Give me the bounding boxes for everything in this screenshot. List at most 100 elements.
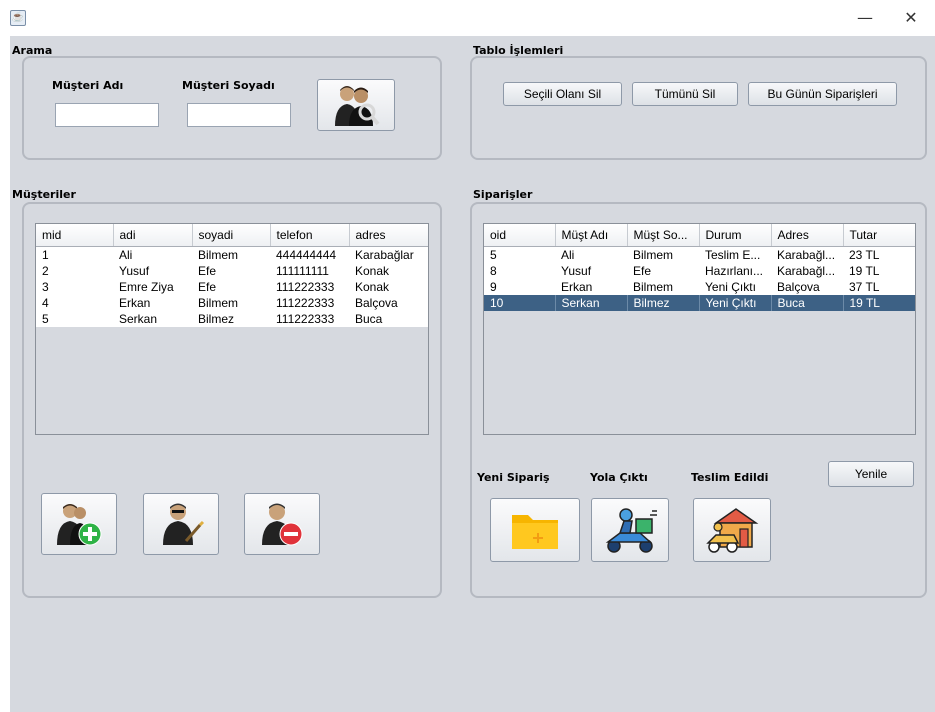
table-row[interactable]: 2 Yusuf Efe 111111111 Konak bbox=[36, 263, 428, 279]
table-cell: Bilmez bbox=[627, 295, 700, 311]
first-name-input[interactable] bbox=[55, 103, 159, 127]
edit-customer-icon bbox=[163, 503, 205, 545]
table-cell: 111222333 bbox=[270, 295, 349, 311]
refresh-button[interactable]: Yenile bbox=[828, 461, 914, 487]
table-cell: Buca bbox=[771, 295, 844, 311]
left-strip bbox=[0, 36, 10, 712]
table-cell: Efe bbox=[627, 263, 699, 279]
table-cell: Efe bbox=[192, 279, 270, 295]
table-cell: 8 bbox=[484, 263, 555, 279]
delivery-scooter-icon bbox=[605, 508, 657, 553]
table-cell: Buca bbox=[349, 311, 428, 327]
table-cell: 111222333 bbox=[270, 311, 349, 327]
column-header[interactable]: Durum bbox=[699, 224, 772, 247]
column-header[interactable]: adres bbox=[349, 224, 428, 247]
column-header[interactable]: oid bbox=[484, 224, 556, 247]
table-cell: 2 bbox=[36, 263, 113, 279]
main-panel: Arama Müşteri Adı Müşteri Soyadı Tablo İ… bbox=[10, 36, 935, 712]
new-order-button[interactable] bbox=[490, 498, 580, 562]
table-row[interactable]: 8 Yusuf Efe Hazırlanı... Karabağl... 19 TL bbox=[484, 263, 915, 279]
table-cell: Yeni Çıktı bbox=[699, 295, 772, 311]
table-cell: Bilmem bbox=[192, 295, 270, 311]
table-cell: 10 bbox=[484, 295, 556, 311]
todays-orders-button[interactable]: Bu Günün Siparişleri bbox=[748, 82, 897, 106]
table-cell: 4 bbox=[36, 295, 113, 311]
java-icon: ☕ bbox=[10, 10, 26, 26]
column-header[interactable]: Müşt So... bbox=[627, 224, 700, 247]
column-header[interactable]: adi bbox=[113, 224, 193, 247]
table-row[interactable]: 9 Erkan Bilmem Yeni Çıktı Balçova 37 TL bbox=[484, 279, 915, 295]
last-name-label: Müşteri Soyadı bbox=[182, 79, 275, 92]
table-cell: Konak bbox=[349, 279, 428, 295]
table-cell: Yusuf bbox=[555, 263, 627, 279]
table-cell: 5 bbox=[36, 311, 113, 327]
delete-selected-button[interactable]: Seçili Olanı Sil bbox=[503, 82, 622, 106]
table-row[interactable]: 5 Serkan Bilmez 111222333 Buca bbox=[36, 311, 428, 327]
table-cell: Ali bbox=[555, 246, 627, 263]
table-cell: 111111111 bbox=[270, 263, 349, 279]
table-cell: Bilmem bbox=[627, 279, 699, 295]
table-cell: Erkan bbox=[113, 295, 192, 311]
table-row[interactable]: 3 Emre Ziya Efe 111222333 Konak bbox=[36, 279, 428, 295]
orders-table[interactable]: oid Müşt Adı Müşt So... Durum Adres Tutar 5 Al… bbox=[483, 223, 916, 435]
table-cell: Teslim E... bbox=[699, 246, 771, 263]
customers-section-title: Müşteriler bbox=[12, 188, 76, 201]
search-customer-button[interactable] bbox=[317, 79, 395, 131]
table-cell: 37 TL bbox=[843, 279, 915, 295]
table-row[interactable]: 1 Ali Bilmem 444444444 Karabağlar bbox=[36, 246, 428, 263]
table-cell: 3 bbox=[36, 279, 113, 295]
column-header[interactable]: Adres bbox=[771, 224, 844, 247]
orders-section-title: Siparişler bbox=[473, 188, 533, 201]
new-order-label: Yeni Sipariş bbox=[477, 471, 550, 484]
table-cell: 5 bbox=[484, 246, 555, 263]
delete-customer-button[interactable] bbox=[244, 493, 320, 555]
table-cell: Yeni Çıktı bbox=[699, 279, 771, 295]
column-header[interactable]: soyadi bbox=[192, 224, 271, 247]
table-row[interactable]: 10 Serkan Bilmez Yeni Çıktı Buca 19 TL bbox=[484, 295, 915, 311]
first-name-label: Müşteri Adı bbox=[52, 79, 124, 92]
table-cell: Ali bbox=[113, 246, 192, 263]
add-customer-button[interactable] bbox=[41, 493, 117, 555]
edit-customer-button[interactable] bbox=[143, 493, 219, 555]
table-cell: Bilmem bbox=[192, 246, 270, 263]
on-the-way-button[interactable] bbox=[591, 498, 669, 562]
table-cell: Bilmem bbox=[627, 246, 699, 263]
table-row[interactable]: 5 Ali Bilmem Teslim E... Karabağl... 23 TL bbox=[484, 246, 915, 263]
table-cell: 1 bbox=[36, 246, 113, 263]
table-cell: Efe bbox=[192, 263, 270, 279]
table-cell: Karabağl... bbox=[771, 246, 843, 263]
table-cell: 19 TL bbox=[843, 295, 915, 311]
table-cell: Karabağlar bbox=[349, 246, 428, 263]
table-cell: Emre Ziya bbox=[113, 279, 192, 295]
delete-customer-icon bbox=[262, 503, 303, 546]
table-row[interactable]: 4 Erkan Bilmem 111222333 Balçova bbox=[36, 295, 428, 311]
close-button[interactable]: ✕ bbox=[896, 6, 926, 30]
title-bar: ☕ — ✕ bbox=[0, 0, 935, 36]
delete-all-button[interactable]: Tümünü Sil bbox=[632, 82, 738, 106]
on-the-way-label: Yola Çıktı bbox=[590, 471, 648, 484]
table-cell: Konak bbox=[349, 263, 428, 279]
column-header[interactable]: Müşt Adı bbox=[555, 224, 628, 247]
last-name-input[interactable] bbox=[187, 103, 291, 127]
add-customer-icon bbox=[57, 504, 102, 546]
maximize-button[interactable] bbox=[845, 6, 875, 30]
table-ops-group bbox=[470, 56, 927, 160]
table-cell: 111222333 bbox=[270, 279, 349, 295]
table-cell: 444444444 bbox=[270, 246, 349, 263]
table-cell: Balçova bbox=[349, 295, 428, 311]
table-cell: Erkan bbox=[555, 279, 627, 295]
customer-search-icon bbox=[335, 86, 380, 126]
delivered-button[interactable] bbox=[693, 498, 771, 562]
table-cell: Serkan bbox=[555, 295, 628, 311]
table-cell: 9 bbox=[484, 279, 555, 295]
customers-table[interactable]: mid adi soyadi telefon adres 1 Ali Bilmem 44444… bbox=[35, 223, 429, 435]
column-header[interactable]: Tutar bbox=[843, 224, 915, 247]
column-header[interactable]: telefon bbox=[270, 224, 350, 247]
delivered-label: Teslim Edildi bbox=[691, 471, 769, 484]
table-cell: Bilmez bbox=[192, 311, 270, 327]
column-header[interactable]: mid bbox=[36, 224, 114, 247]
table-cell: 19 TL bbox=[843, 263, 915, 279]
table-cell: Hazırlanı... bbox=[699, 263, 771, 279]
table-cell: 23 TL bbox=[843, 246, 915, 263]
table-cell: Karabağl... bbox=[771, 263, 843, 279]
